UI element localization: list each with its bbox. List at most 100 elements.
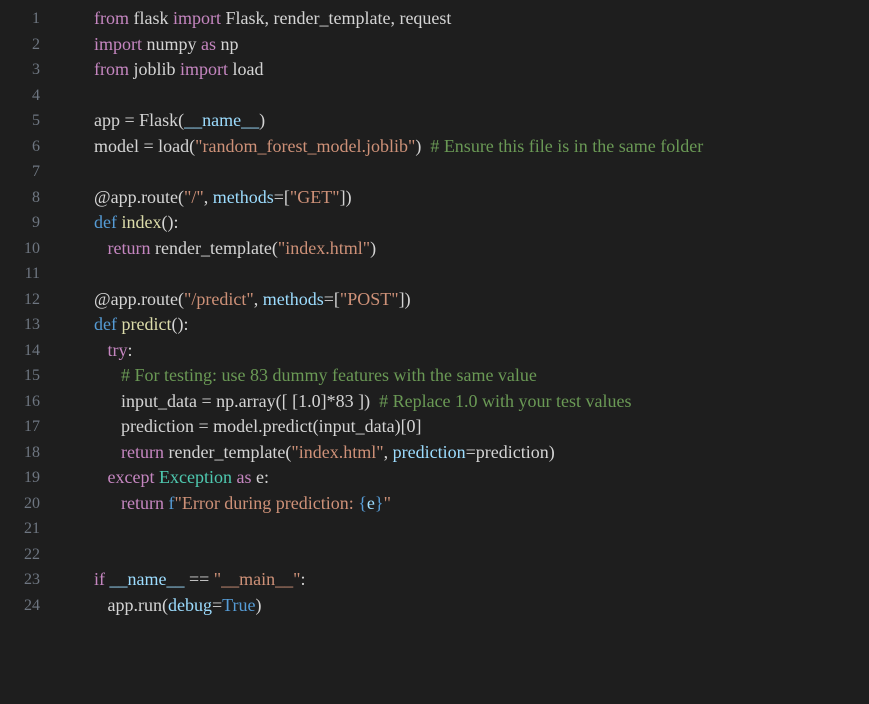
code-token: __name__ [109,569,185,589]
code-token: , [203,186,213,207]
code-token: @app.route( [94,186,185,207]
code-text: return render_template("index.html", pre… [94,440,555,466]
code-line[interactable]: 22 [0,542,869,568]
code-token: Exception [158,467,232,487]
line-number: 18 [24,443,40,461]
code-line[interactable]: 2 import numpy as np [0,32,869,58]
code-line[interactable]: 24 app.run(debug=True) [0,593,869,619]
line-number: 16 [24,392,40,410]
code-token: "index.html" [277,237,371,258]
code-line[interactable]: 10 return render_template("index.html") [0,236,869,262]
code-text: @app.route("/", methods=["GET"]) [94,185,352,211]
code-token: =prediction) [465,441,555,462]
code-token: return [121,492,164,513]
code-text: try: [94,338,133,364]
code-text: input_data = np.array([ [1.0]*83 ]) # Re… [94,389,632,415]
code-token: "GET" [289,186,340,207]
code-line[interactable]: 17 prediction = model.predict(input_data… [0,414,869,440]
code-line[interactable]: 4 [0,83,869,109]
code-token: as [236,467,252,487]
code-text: if __name__ == "__main__": [94,567,306,593]
code-line[interactable]: 14 try: [0,338,869,364]
code-line[interactable]: 13 def predict(): [0,312,869,338]
code-line[interactable]: 12 @app.route("/predict", methods=["POST"… [0,287,869,313]
code-token: model = load( [94,135,196,156]
code-text: return f"Error during prediction: {e}" [94,491,391,517]
line-number: 5 [32,112,40,129]
code-token: flask [129,8,173,28]
code-text: def predict(): [94,312,188,338]
code-token: " [383,492,391,513]
code-token: "POST" [339,288,399,309]
line-number: 1 [32,10,40,27]
code-text: @app.route("/predict", methods=["POST"]) [94,287,411,313]
code-token: joblib [129,59,181,79]
code-token: import [180,59,229,79]
code-token: # Ensure this file is in the same folder [430,135,704,156]
code-line[interactable]: 9 def index(): [0,210,869,236]
code-line[interactable]: 3 from joblib import load [0,57,869,83]
line-number: 23 [24,571,40,588]
code-token: "random_forest_model.joblib" [195,135,416,156]
code-token: "Error during prediction: [174,492,359,513]
code-text: from joblib import load [94,57,264,83]
code-line[interactable]: 16 input_data = np.array([ [1.0]*83 ]) #… [0,389,869,415]
code-token: ) [415,135,431,156]
code-token: import [94,33,142,54]
line-number: 13 [24,316,40,333]
code-token: =[ [273,186,290,207]
code-text: app = Flask(__name__) [94,108,265,134]
code-token: np [216,33,239,54]
code-token: ) [255,594,262,615]
code-token: ]) [398,288,411,309]
code-token: except [107,467,155,487]
code-token: : [127,339,133,360]
code-token: as [201,33,217,54]
code-line[interactable]: 7 [0,159,869,185]
code-token: prediction [392,441,466,462]
line-number: 9 [32,214,40,231]
code-token: methods [212,186,274,207]
code-text: except Exception as e: [94,465,269,491]
code-token: load [228,59,264,79]
code-text: prediction = model.predict(input_data)[0… [94,414,422,440]
code-token: , [253,288,263,309]
code-token: numpy [142,33,202,54]
code-text: # For testing: use 83 dummy features wit… [94,363,537,389]
code-line[interactable]: 15 # For testing: use 83 dummy features … [0,363,869,389]
code-token: index [121,212,162,232]
code-line[interactable]: 23 if __name__ == "__main__": [0,567,869,593]
code-token: try [107,339,128,360]
code-token: # Replace 1.0 with your test values [379,390,632,411]
code-token: } [374,492,384,513]
code-token: "index.html" [291,441,384,462]
code-line[interactable]: 8 @app.route("/", methods=["GET"]) [0,185,869,211]
code-token: "/" [184,186,204,207]
code-token: from [94,8,129,28]
code-token: = [211,594,223,615]
code-line[interactable]: 20 return f"Error during prediction: {e}… [0,491,869,517]
code-token: (): [161,212,179,232]
line-number: 20 [24,494,40,512]
code-line[interactable]: 5 app = Flask(__name__) [0,108,869,134]
code-text: def index(): [94,210,178,236]
code-line[interactable]: 11 [0,261,869,287]
code-token: __name__ [184,110,260,130]
line-number: 21 [24,520,40,537]
code-token: prediction = model.predict(input_data)[0… [94,416,422,436]
code-token: return [107,237,151,258]
code-token: render_template( [163,441,292,462]
code-token: : [300,569,306,589]
code-editor[interactable]: 1 from flask import Flask, render_templat… [0,0,869,704]
code-line[interactable]: 19 except Exception as e: [0,465,869,491]
code-line[interactable]: 18 return render_template("index.html", … [0,440,869,466]
code-line[interactable]: 1 from flask import Flask, render_templat… [0,6,869,32]
code-line[interactable]: 21 [0,516,869,542]
code-token: from [94,59,129,79]
code-token: , [383,441,393,462]
code-line[interactable]: 6 model = load("random_forest_model.jobli… [0,134,869,160]
